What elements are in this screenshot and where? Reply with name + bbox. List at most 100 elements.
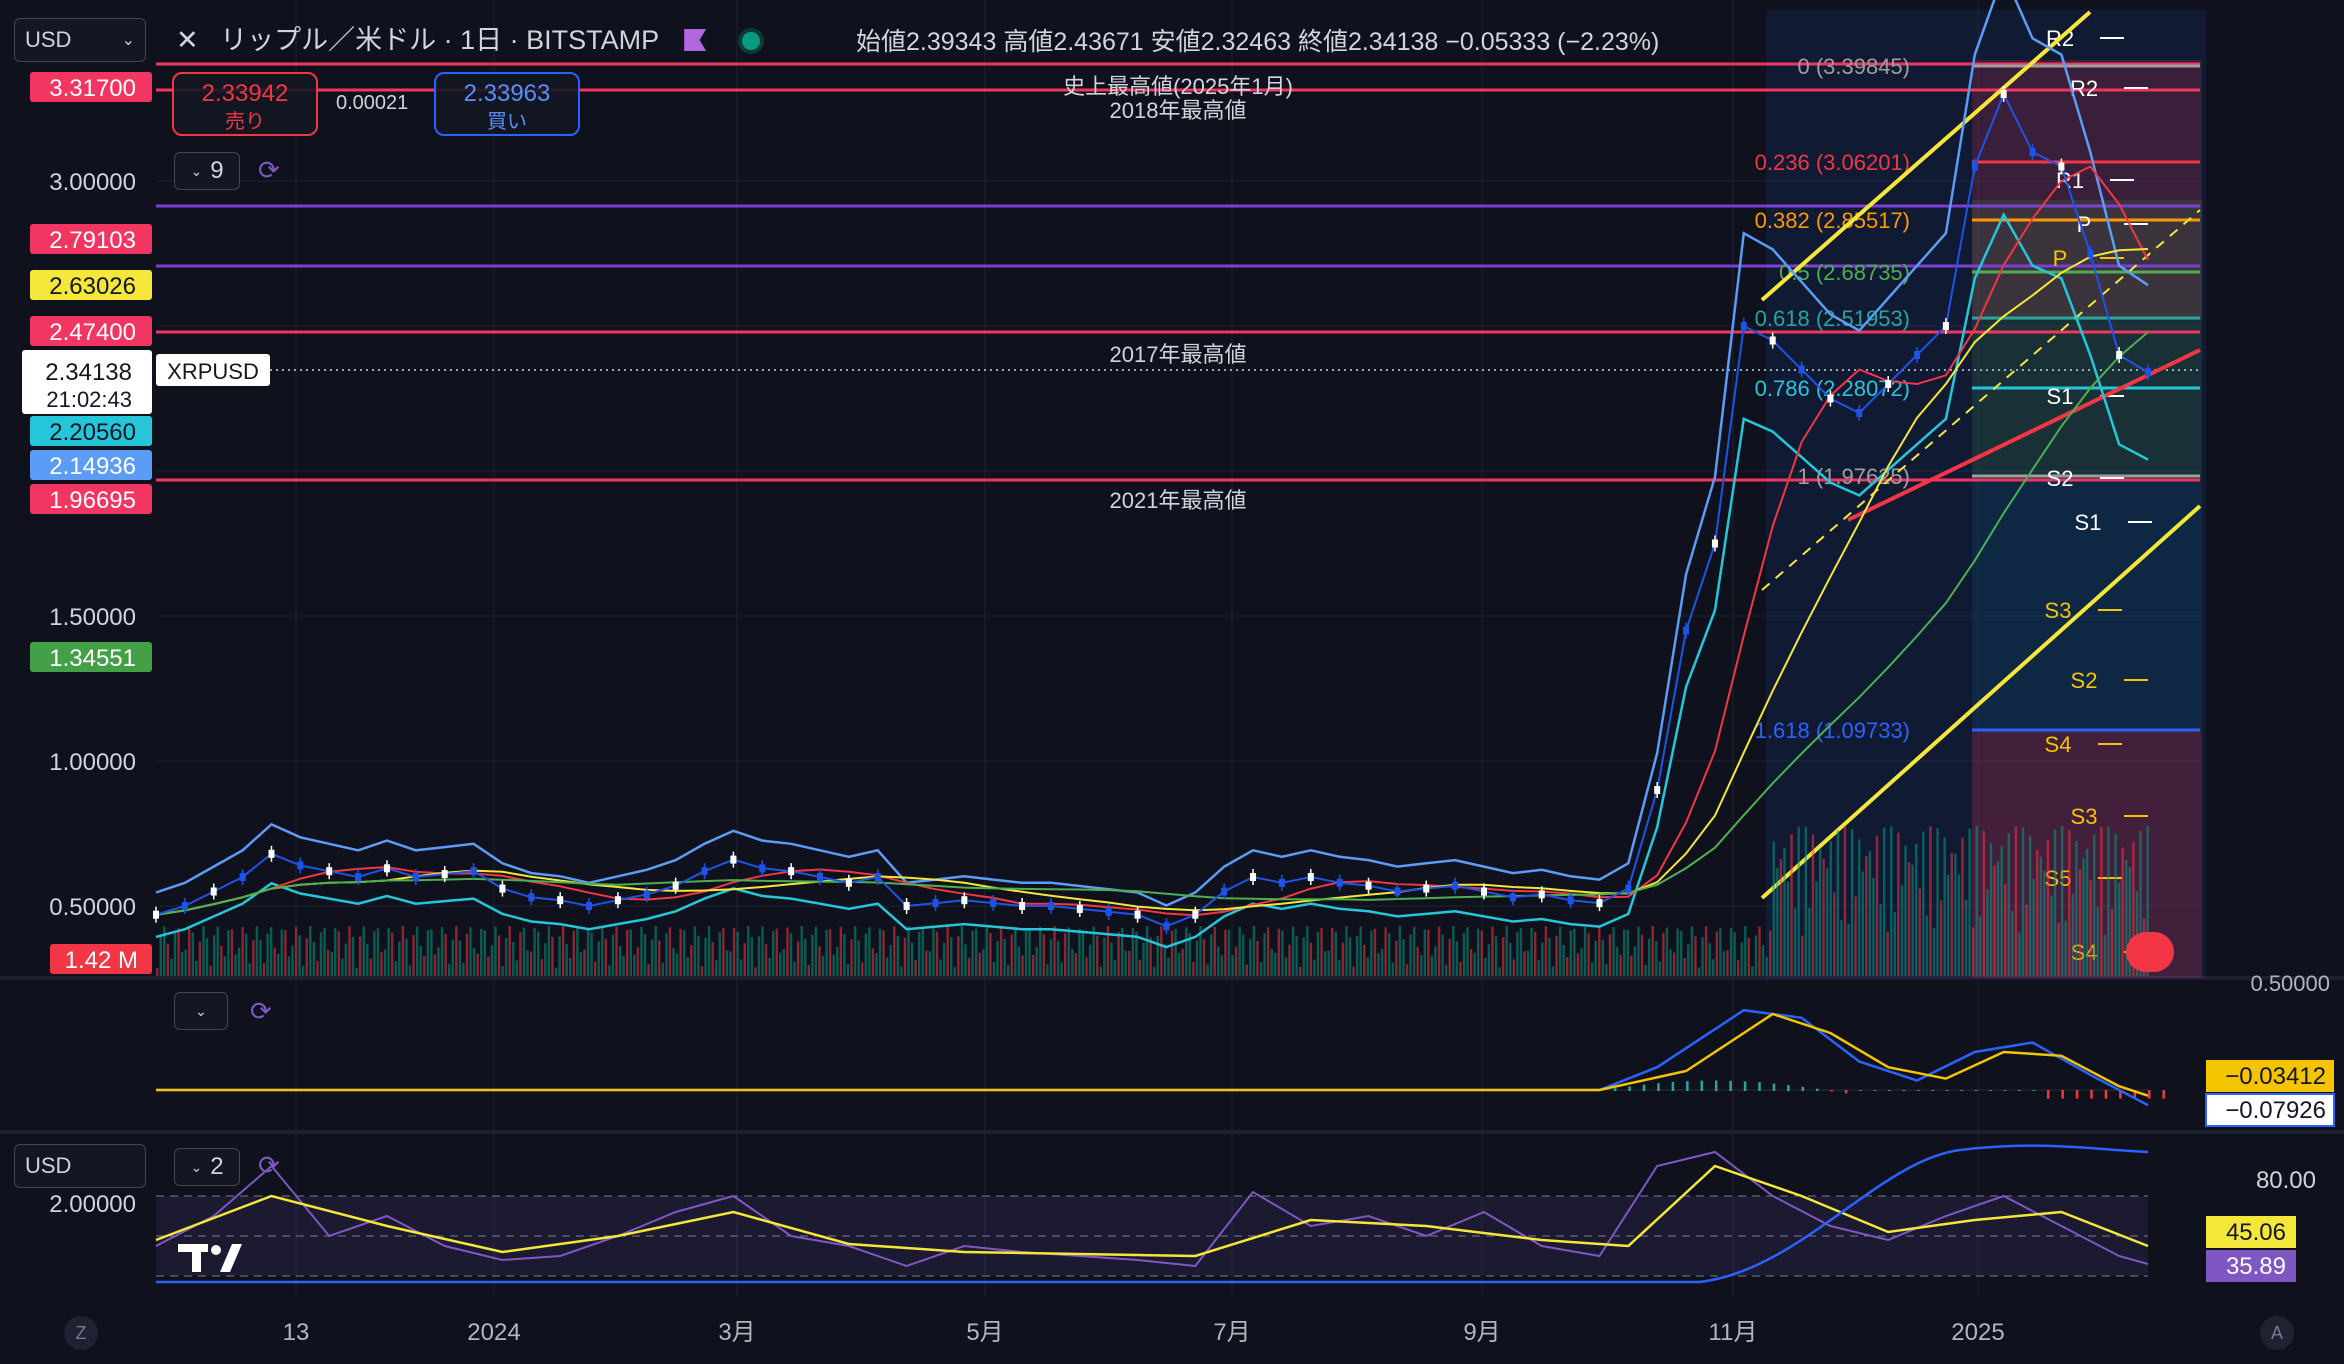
volume-bar bbox=[202, 926, 205, 976]
volume-bar bbox=[1801, 935, 1804, 976]
volume-bar bbox=[953, 967, 956, 976]
zoom-left-button[interactable]: Z bbox=[64, 1316, 98, 1350]
volume-bar bbox=[540, 959, 543, 976]
auto-scale-button[interactable]: A bbox=[2260, 1316, 2294, 1350]
volume-bar bbox=[1601, 939, 1605, 976]
buy-button[interactable]: 2.33963 買い bbox=[434, 72, 580, 136]
volume-bar bbox=[1640, 934, 1644, 976]
rsi-currency-selector[interactable]: USD bbox=[14, 1144, 146, 1188]
macd-tag-value: −0.07926 bbox=[2225, 1097, 2326, 1124]
volume-bar bbox=[465, 933, 469, 976]
flag-icon[interactable] bbox=[684, 29, 707, 51]
volume-bar bbox=[679, 928, 682, 976]
volume-bar bbox=[1573, 928, 1576, 976]
volume-bar bbox=[1993, 865, 1996, 976]
volume-bar bbox=[241, 927, 244, 976]
volume-bar bbox=[1779, 859, 1783, 976]
volume-bar bbox=[1722, 951, 1726, 976]
volume-bar bbox=[1462, 932, 1466, 976]
rsi-toggle[interactable]: ⌄ 2 bbox=[174, 1148, 240, 1186]
volume-bar bbox=[259, 940, 262, 976]
volume-bar bbox=[768, 957, 771, 976]
sync-icon[interactable]: ⟳ bbox=[258, 1150, 288, 1180]
ohlc-values: 始値2.39343 高値2.43671 安値2.32463 終値2.34138 … bbox=[856, 28, 1660, 56]
sell-button[interactable]: 2.33942 売り bbox=[172, 72, 318, 136]
volume-bar bbox=[1170, 930, 1174, 976]
volume-bar bbox=[1437, 926, 1441, 976]
volume-bar bbox=[458, 940, 462, 976]
macd-toggle[interactable]: ⌄ bbox=[174, 992, 228, 1030]
volume-bar bbox=[1295, 935, 1298, 976]
volume-bar bbox=[1049, 939, 1053, 976]
volume-bar bbox=[1181, 948, 1184, 976]
indicator-toggle[interactable]: ⌄ 9 bbox=[174, 152, 240, 190]
volume-bar bbox=[1612, 926, 1615, 976]
price-tag-value: 2.63026 bbox=[49, 273, 136, 300]
volume-bar bbox=[1185, 927, 1188, 976]
volume-bar bbox=[693, 926, 697, 976]
volume-bar bbox=[1494, 936, 1498, 976]
volume-bar bbox=[1405, 964, 1409, 976]
close-icon[interactable]: ✕ bbox=[176, 25, 199, 55]
volume-bar bbox=[747, 926, 750, 976]
chart-svg: 1320243月5月7月9月11月20253.000002.500002.000… bbox=[0, 0, 2344, 1346]
volume-bar bbox=[266, 933, 269, 976]
volume-bar bbox=[2082, 858, 2085, 976]
volume-bar bbox=[156, 968, 159, 976]
volume-bar bbox=[1259, 962, 1263, 976]
volume-bar bbox=[1266, 927, 1270, 976]
volume-bar bbox=[1512, 959, 1516, 976]
volume-bar bbox=[1758, 926, 1761, 976]
volume-bar bbox=[985, 927, 989, 976]
macd-histogram-bar bbox=[1830, 1090, 1833, 1092]
currency-label: USD bbox=[25, 27, 72, 52]
macd-histogram-bar bbox=[1714, 1080, 1718, 1091]
volume-bar bbox=[1373, 928, 1377, 976]
volume-bar bbox=[351, 936, 355, 976]
volume-bar bbox=[334, 928, 337, 976]
indicator-count: 9 bbox=[210, 157, 224, 184]
volume-bar bbox=[469, 927, 472, 976]
volume-bar bbox=[1676, 928, 1679, 976]
volume-bar bbox=[729, 951, 732, 976]
candle-body bbox=[1740, 322, 1747, 330]
volume-bar bbox=[1071, 948, 1074, 976]
currency-selector[interactable]: USD ⌄ bbox=[14, 18, 146, 62]
volume-bar bbox=[1167, 957, 1170, 976]
volume-bar bbox=[1929, 826, 1932, 976]
volume-bar bbox=[1249, 939, 1252, 976]
volume-bar bbox=[205, 938, 209, 976]
pivot-label: S4 bbox=[2045, 732, 2072, 757]
volume-bar bbox=[1031, 955, 1035, 976]
volume-bar bbox=[672, 948, 675, 976]
volume-bar bbox=[319, 932, 323, 976]
sync-icon[interactable]: ⟳ bbox=[258, 155, 288, 185]
macd-histogram-bar bbox=[1758, 1082, 1761, 1091]
volume-bar bbox=[1840, 919, 1843, 976]
volume-bar bbox=[2043, 870, 2046, 976]
volume-bar bbox=[1605, 964, 1608, 976]
volume-bar bbox=[1459, 961, 1462, 976]
candle-body bbox=[2000, 90, 2007, 98]
volume-bar bbox=[501, 966, 504, 976]
volume-bar bbox=[832, 954, 835, 976]
volume-bar bbox=[618, 946, 622, 976]
candle-body bbox=[1452, 881, 1459, 890]
volume-bar bbox=[643, 934, 647, 976]
sync-icon[interactable]: ⟳ bbox=[250, 996, 280, 1026]
candle-body bbox=[1509, 893, 1516, 902]
volume-bar bbox=[1982, 831, 1986, 976]
macd-histogram-bar bbox=[1657, 1083, 1660, 1091]
volume-bar bbox=[1655, 941, 1658, 976]
macd-histogram-bar bbox=[1816, 1088, 1819, 1091]
candle-body bbox=[1914, 351, 1921, 359]
volume-bar bbox=[1872, 877, 1875, 976]
volume-bar bbox=[2046, 839, 2050, 976]
us-flag-icon[interactable] bbox=[2126, 932, 2174, 972]
price-tag-value: 2.79103 bbox=[49, 227, 136, 254]
volume-bar bbox=[629, 929, 632, 976]
volume-bar bbox=[910, 942, 914, 976]
volume-bar bbox=[1010, 934, 1013, 976]
volume-bar bbox=[1466, 927, 1469, 976]
volume-bar bbox=[1448, 938, 1451, 976]
